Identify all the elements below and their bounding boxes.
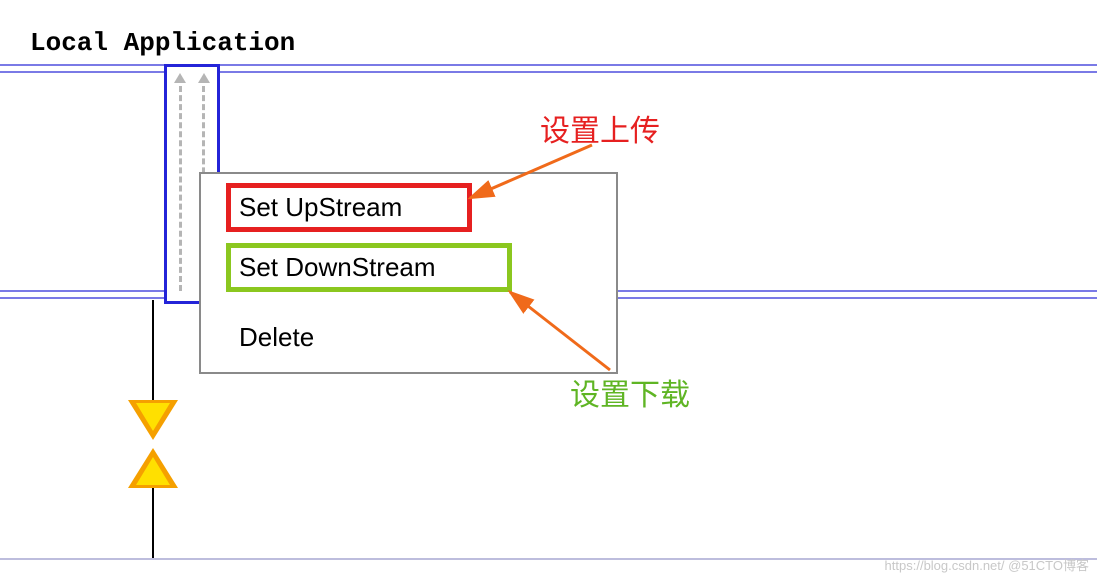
app-title: Local Application (30, 28, 295, 58)
menu-delete[interactable]: Delete (231, 318, 322, 357)
pipe-vertical-bottom (152, 488, 154, 558)
annotation-download: 设置下载 (570, 370, 690, 414)
arrow-up-icon (198, 73, 210, 83)
annotation-upload: 设置上传 (540, 106, 660, 150)
pipe-vertical-top (152, 300, 154, 400)
watermark: https://blog.csdn.net/ @51CTO博客 (885, 555, 1089, 574)
arrow-up-icon (174, 73, 186, 83)
valve-icon (128, 400, 178, 488)
context-menu: Set UpStream Set DownStream Delete (199, 172, 618, 374)
menu-set-downstream[interactable]: Set DownStream (231, 248, 507, 287)
menu-set-upstream[interactable]: Set UpStream (231, 188, 467, 227)
stream-dash-left (179, 77, 182, 291)
